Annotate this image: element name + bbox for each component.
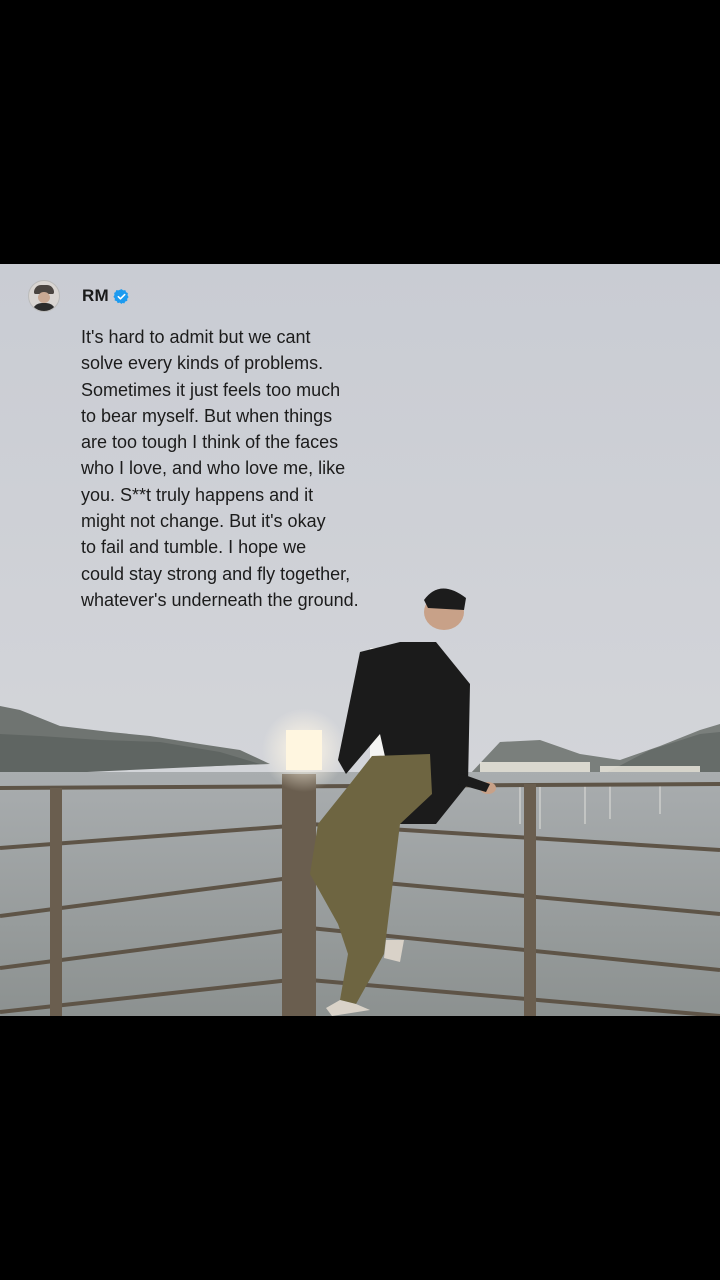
tweet-line: are too tough I think of the faces xyxy=(81,432,339,453)
avatar[interactable] xyxy=(28,280,60,312)
tweet-line: It's hard to admit but we cant xyxy=(81,327,311,347)
tweet-line: to bear myself. But when things xyxy=(81,405,333,426)
letterbox-bottom xyxy=(0,1016,720,1280)
letterbox-top xyxy=(0,0,720,264)
tweet-line: to fail and tumble. I hope we xyxy=(81,537,307,558)
tweet-line: who I love, and who love me, like xyxy=(81,458,346,479)
tweet-line: you. S**t truly happens and it xyxy=(81,484,314,505)
tweet-line: solve every kinds of problems. xyxy=(81,353,324,374)
tweet-text: It's hard to admit but we cant solve eve… xyxy=(81,324,411,613)
tweet-line: Sometimes it just feels too much xyxy=(81,379,341,400)
author-name[interactable]: RM xyxy=(82,286,109,306)
verified-badge-icon xyxy=(113,288,129,304)
tweet-line: whatever's underneath the ground. xyxy=(81,589,359,610)
post-header: RM xyxy=(28,278,130,314)
tweet-line: could stay strong and fly together, xyxy=(81,563,351,584)
tweet-line: might not change. But it's okay xyxy=(81,511,326,532)
